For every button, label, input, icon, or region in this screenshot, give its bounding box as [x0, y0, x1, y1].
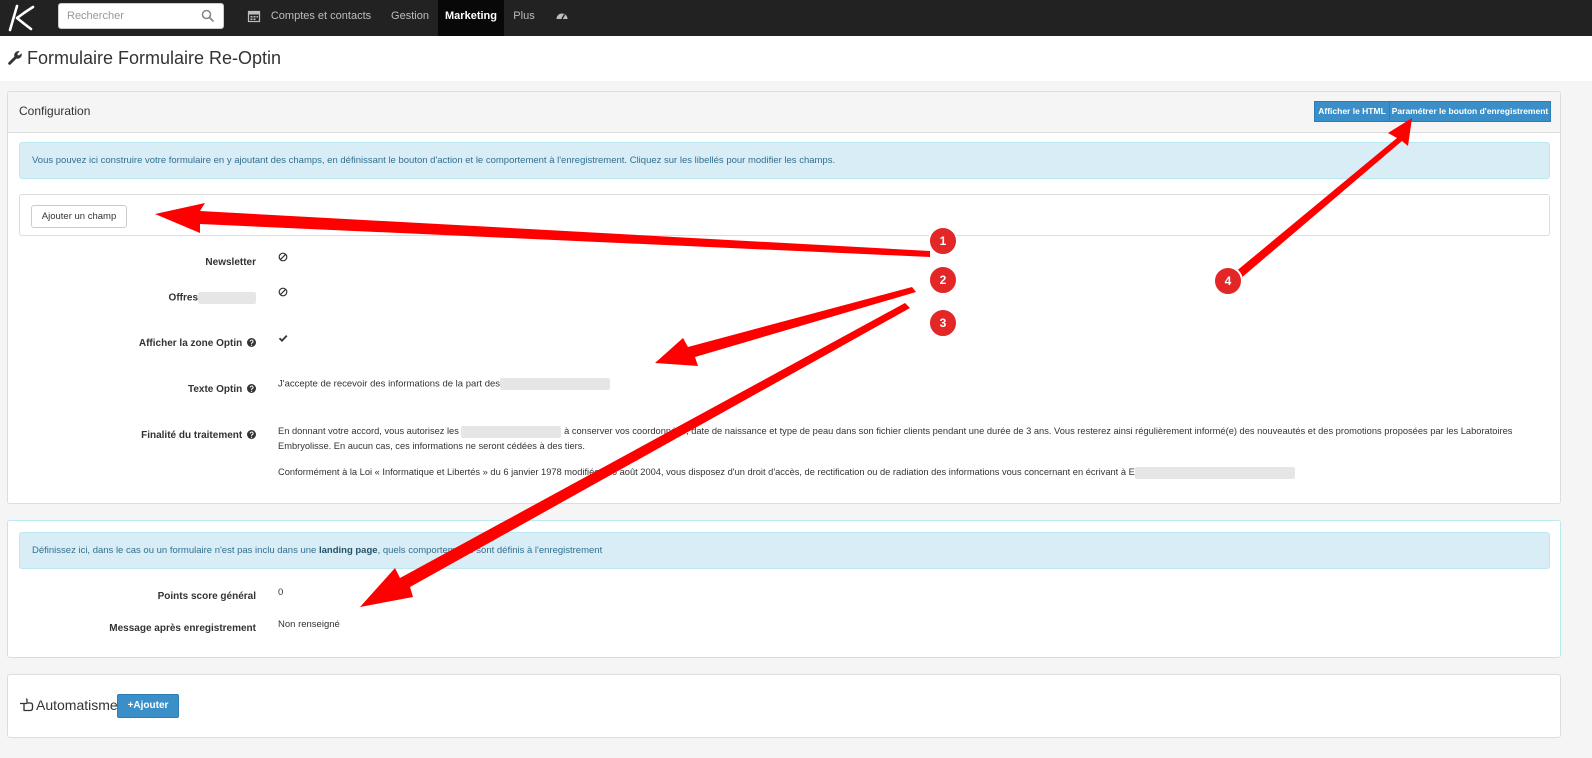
configuration-panel: Configuration Afficher le HTML Paramétre…	[7, 91, 1561, 504]
page-title: Formulaire Formulaire Re-Optin	[27, 48, 282, 68]
automations-heading: Automatismes	[36, 697, 125, 713]
landing-page-link[interactable]: landing page	[319, 545, 378, 556]
purpose-text-1b: à conserver vos coordonnées, date de nai…	[564, 426, 1459, 436]
field-label-score-points[interactable]: Points score général	[26, 591, 256, 602]
field-label-newsletter[interactable]: Newsletter	[26, 257, 256, 268]
purpose-value: En donnant votre accord, vous autorisez …	[278, 424, 1538, 480]
question-circle-icon	[247, 384, 256, 393]
after-save-message-value: Non renseigné	[278, 619, 340, 630]
purpose-paragraph-2: Conformément à la Loi « Informatique et …	[278, 465, 1538, 480]
field-label-offres[interactable]: Offres	[26, 292, 256, 304]
app-logo-icon[interactable]	[6, 3, 36, 33]
blurred-text	[461, 425, 562, 438]
blurred-text	[198, 292, 256, 304]
calendar-icon[interactable]	[247, 9, 261, 23]
field-label-purpose-text: Finalité du traitement	[141, 430, 243, 441]
automations-panel: Automatismes +Ajouter	[7, 674, 1561, 738]
nav-plus[interactable]: Plus	[508, 0, 540, 36]
search-icon[interactable]	[201, 9, 215, 23]
nav-comptes-contacts[interactable]: Comptes et contacts	[270, 0, 372, 36]
add-field-well: Ajouter un champ	[19, 194, 1550, 236]
purpose-paragraph-1: En donnant votre accord, vous autorisez …	[278, 424, 1538, 454]
field-label-offres-text: Offres	[168, 292, 198, 304]
ban-icon	[278, 252, 288, 262]
field-label-show-optin-text: Afficher la zone Optin	[138, 338, 243, 349]
nav-gestion[interactable]: Gestion	[382, 0, 438, 36]
config-info-text: Vous pouvez ici construire votre formula…	[32, 155, 836, 166]
field-label-optin-text[interactable]: Texte Optin	[26, 384, 256, 395]
purpose-text-1a: En donnant votre accord, vous autorisez …	[278, 426, 459, 436]
optin-text-value: J'accepte de recevoir des informations d…	[278, 378, 611, 390]
show-html-button[interactable]: Afficher le HTML	[1314, 101, 1390, 122]
dashboard-icon[interactable]	[555, 9, 569, 23]
search-box[interactable]	[58, 3, 224, 29]
question-circle-icon	[247, 430, 256, 439]
purpose-text-2a: Conformément à la Loi « Informatique et …	[278, 467, 1135, 477]
optin-text-value-text: J'accepte de recevoir des informations d…	[278, 378, 501, 390]
field-label-purpose[interactable]: Finalité du traitement	[26, 430, 256, 441]
add-field-button[interactable]: Ajouter un champ	[31, 205, 127, 228]
field-label-after-save-message[interactable]: Message après enregistrement	[26, 623, 256, 634]
wrench-icon	[8, 51, 22, 65]
hand-pointer-icon	[20, 698, 34, 712]
configuration-panel-header: Configuration Afficher le HTML Paramétre…	[8, 92, 1560, 133]
nav-marketing[interactable]: Marketing	[438, 0, 504, 36]
add-automation-button[interactable]: +Ajouter	[117, 694, 179, 718]
ban-icon	[278, 287, 288, 297]
configuration-heading: Configuration	[19, 104, 91, 118]
question-circle-icon	[247, 338, 256, 347]
title-bar: Formulaire Formulaire Re-Optin	[0, 36, 1592, 81]
blurred-text	[1134, 466, 1295, 479]
config-info-alert: Vous pouvez ici construire votre formula…	[19, 142, 1550, 179]
top-navbar: Comptes et contacts Gestion Marketing Pl…	[0, 0, 1592, 36]
behaviour-panel: Définissez ici, dans le cas ou un formul…	[7, 520, 1561, 658]
behaviour-info-text-a: Définissez ici, dans le cas ou un formul…	[32, 545, 319, 556]
search-input[interactable]	[59, 4, 197, 28]
add-automation-label: Ajouter	[133, 700, 169, 711]
behaviour-info-text-b: , quels comportements sont définis à l'e…	[377, 545, 603, 556]
check-icon	[278, 334, 288, 342]
blurred-text	[500, 378, 611, 390]
behaviour-info-alert: Définissez ici, dans le cas ou un formul…	[19, 532, 1550, 569]
configure-save-button[interactable]: Paramétrer le bouton d'enregistrement	[1389, 101, 1551, 122]
field-label-show-optin[interactable]: Afficher la zone Optin	[26, 338, 256, 349]
score-points-value: 0	[278, 587, 284, 598]
field-label-optin-text-text: Texte Optin	[187, 384, 243, 395]
